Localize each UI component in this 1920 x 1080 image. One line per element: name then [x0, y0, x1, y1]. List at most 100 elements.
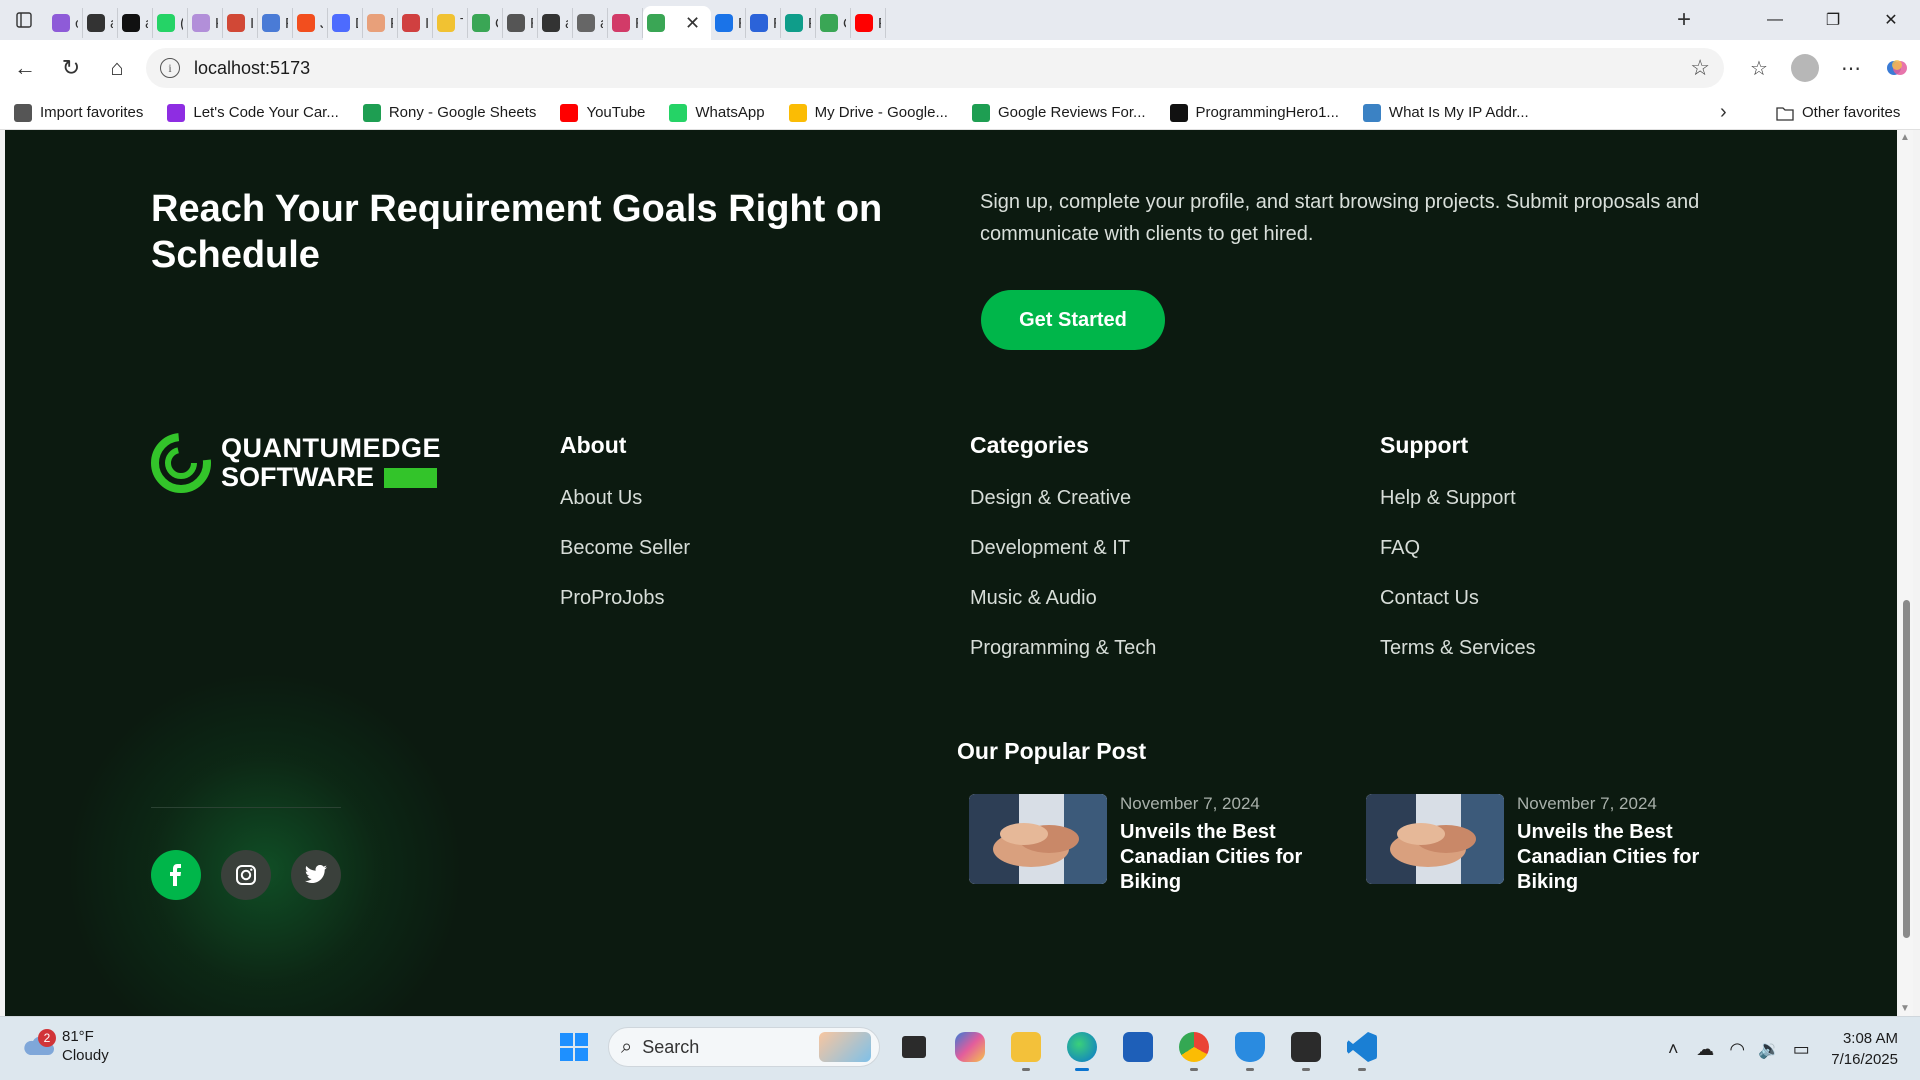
- browser-tab[interactable]: Inbo: [223, 8, 258, 38]
- browser-tab[interactable]: From: [363, 8, 398, 38]
- browser-tab[interactable]: Rea: [711, 8, 746, 38]
- site-info-icon[interactable]: i: [160, 58, 180, 78]
- bookmark-label: Let's Code Your Car...: [193, 104, 339, 121]
- link-terms-services[interactable]: Terms & Services: [1380, 635, 1536, 685]
- popular-post-card[interactable]: November 7, 2024 Unveils the Best Canadi…: [1366, 794, 1757, 895]
- browser-tab[interactable]: abu: [118, 8, 153, 38]
- link-development-it[interactable]: Development & IT: [970, 535, 1156, 585]
- browser-tab[interactable]: Khil: [188, 8, 223, 38]
- bookmark-item[interactable]: My Drive - Google...: [788, 103, 948, 122]
- favorites-button[interactable]: ☆: [1736, 56, 1782, 81]
- link-about-us[interactable]: About Us: [560, 485, 690, 535]
- browser-tab[interactable]: api.: [573, 8, 608, 38]
- bookmark-item[interactable]: Import favorites: [14, 103, 143, 122]
- new-tab-button[interactable]: +: [1666, 6, 1702, 34]
- bookmark-item[interactable]: Rony - Google Sheets: [362, 103, 536, 122]
- file-explorer-app[interactable]: [1004, 1025, 1048, 1071]
- browser-tab[interactable]: Proj: [781, 8, 816, 38]
- favorite-star-icon[interactable]: ☆: [1690, 55, 1710, 81]
- wifi-icon[interactable]: ◠: [1721, 1039, 1753, 1060]
- post-thumbnail[interactable]: [1366, 794, 1504, 884]
- page-scrollbar[interactable]: ▲ ▼: [1899, 130, 1913, 1016]
- minimize-button[interactable]: —: [1746, 0, 1804, 40]
- instagram-button[interactable]: [221, 850, 271, 900]
- tab-actions-button[interactable]: [0, 0, 48, 40]
- battery-icon[interactable]: ▭: [1785, 1039, 1817, 1060]
- browser-tab[interactable]: (46): [153, 8, 188, 38]
- address-bar[interactable]: i localhost:5173 ☆: [146, 48, 1724, 88]
- post-title[interactable]: Unveils the Best Canadian Cities for Bik…: [1517, 820, 1757, 895]
- settings-menu-button[interactable]: ⋯: [1828, 56, 1874, 81]
- link-contact-us[interactable]: Contact Us: [1380, 585, 1536, 635]
- bookmark-item[interactable]: Google Reviews For...: [971, 103, 1146, 122]
- post-title[interactable]: Unveils the Best Canadian Cities for Bik…: [1120, 820, 1360, 895]
- bookmark-item[interactable]: Let's Code Your Car...: [167, 103, 339, 122]
- search-highlight-image: [819, 1032, 871, 1062]
- edge-app[interactable]: [1060, 1025, 1104, 1071]
- back-button[interactable]: ←: [2, 48, 48, 88]
- docs-icon: [262, 14, 280, 32]
- more-bookmarks-chevron-icon[interactable]: ›: [1720, 101, 1727, 124]
- facebook-button[interactable]: [151, 850, 201, 900]
- other-favorites-folder[interactable]: Other favorites: [1776, 104, 1900, 121]
- browser-tab[interactable]: ✕: [643, 6, 711, 40]
- bookmark-item[interactable]: ProgrammingHero1...: [1169, 103, 1339, 122]
- vscode-app[interactable]: [1340, 1025, 1384, 1071]
- browser-tab[interactable]: Dee: [328, 8, 363, 38]
- link-programming-tech[interactable]: Programming & Tech: [970, 635, 1156, 685]
- bookmark-item[interactable]: What Is My IP Addr...: [1362, 103, 1529, 122]
- scroll-up-arrow-icon[interactable]: ▲: [1900, 132, 1910, 143]
- scrollbar-thumb[interactable]: [1903, 600, 1910, 938]
- browser-tab[interactable]: From: [258, 8, 293, 38]
- clock[interactable]: 3:08 AM 7/16/2025: [1831, 1028, 1898, 1070]
- reload-button[interactable]: ↻: [48, 48, 94, 88]
- twitter-button[interactable]: [291, 850, 341, 900]
- browser-tab[interactable]: Rea: [746, 8, 781, 38]
- profile-avatar[interactable]: [1791, 54, 1819, 82]
- link-become-seller[interactable]: Become Seller: [560, 535, 690, 585]
- browser-tab[interactable]: Tailw: [433, 8, 468, 38]
- get-started-button[interactable]: Get Started: [981, 290, 1165, 350]
- browser-tab[interactable]: abu: [538, 8, 573, 38]
- purple-play-icon: [52, 14, 70, 32]
- close-tab-icon[interactable]: ✕: [685, 13, 700, 34]
- home-button[interactable]: ⌂: [94, 48, 140, 88]
- chrome-app[interactable]: [1172, 1025, 1216, 1071]
- close-window-button[interactable]: ✕: [1862, 0, 1920, 40]
- copilot-app[interactable]: [948, 1025, 992, 1069]
- browser-tab[interactable]: cont: [48, 8, 83, 38]
- defender-app[interactable]: [1228, 1025, 1272, 1071]
- post-thumbnail[interactable]: [969, 794, 1107, 884]
- terminal-app[interactable]: [1284, 1025, 1328, 1071]
- company-logo[interactable]: QUANTUMEDGE SOFTWARE: [151, 428, 441, 498]
- task-view-button[interactable]: [892, 1025, 936, 1069]
- store-app[interactable]: [1116, 1025, 1160, 1069]
- link-proprojobs[interactable]: ProProJobs: [560, 585, 690, 635]
- browser-tab[interactable]: Rea: [608, 8, 643, 38]
- taskbar-search[interactable]: ⌕ Search: [608, 1027, 880, 1067]
- link-design-creative[interactable]: Design & Creative: [970, 485, 1156, 535]
- copilot-button[interactable]: [1874, 56, 1920, 80]
- weather-widget[interactable]: 2 81°F Cloudy: [22, 1027, 109, 1065]
- volume-icon[interactable]: 🔉: [1753, 1039, 1785, 1060]
- browser-tab[interactable]: PAB: [851, 8, 886, 38]
- link-faq[interactable]: FAQ: [1380, 535, 1536, 585]
- link-music-audio[interactable]: Music & Audio: [970, 585, 1156, 635]
- browser-tab[interactable]: Job: [293, 8, 328, 38]
- show-hidden-icons-chevron-icon[interactable]: ˄: [1657, 1039, 1689, 1060]
- restore-button[interactable]: ❐: [1804, 0, 1862, 40]
- onedrive-icon[interactable]: ☁: [1689, 1039, 1721, 1060]
- copilot-icon: [1887, 60, 1907, 75]
- scroll-down-arrow-icon[interactable]: ▼: [1900, 1003, 1910, 1014]
- popular-post-card[interactable]: November 7, 2024 Unveils the Best Canadi…: [969, 794, 1360, 895]
- browser-tab[interactable]: Inst: [398, 8, 433, 38]
- start-button[interactable]: [552, 1025, 596, 1069]
- link-help-support[interactable]: Help & Support: [1380, 485, 1536, 535]
- browser-tab[interactable]: Qua: [468, 8, 503, 38]
- bookmark-item[interactable]: WhatsApp: [669, 103, 765, 122]
- browser-tab[interactable]: abu: [83, 8, 118, 38]
- url-text[interactable]: localhost:5173: [194, 58, 310, 79]
- browser-tab[interactable]: Rea: [503, 8, 538, 38]
- bookmark-item[interactable]: YouTube: [560, 103, 645, 122]
- browser-tab[interactable]: Qua: [816, 8, 851, 38]
